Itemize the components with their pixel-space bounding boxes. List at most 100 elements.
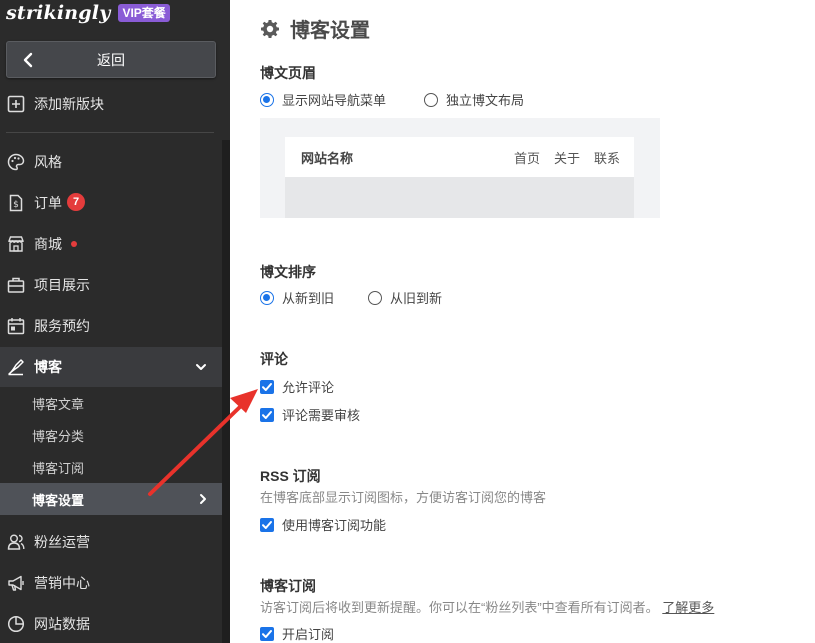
sidebar-item-label: 服务预约: [34, 318, 90, 334]
post-header-title: 博文页眉: [260, 65, 316, 81]
sidebar-item-blog[interactable]: 博客: [0, 347, 222, 387]
preview-link-contact: 联系: [593, 150, 620, 166]
post-order-title: 博文排序: [260, 264, 316, 280]
sidebar-subitem-blog-categories[interactable]: 博客分类: [0, 419, 222, 451]
option-label: 评论需要审核: [282, 408, 361, 423]
settings-panel: 博客设置 博文页眉 显示网站导航菜单 独立博文布局 网站名称 首页 关于 联系 …: [230, 0, 815, 643]
checkbox-checked[interactable]: [260, 517, 274, 532]
sidebar-item-label: 博客: [34, 359, 62, 375]
sidebar-item-label: 商城: [34, 236, 62, 252]
preview-nav-links: 首页 关于 联系: [514, 148, 620, 167]
chevron-down-icon: [196, 364, 206, 370]
post-order-option-oldest[interactable]: 从旧到新: [368, 288, 442, 307]
checkbox-checked[interactable]: [260, 379, 274, 394]
calendar-icon: [7, 318, 25, 335]
sidebar-subitem-label: 博客分类: [32, 428, 85, 444]
rss-description: 在博客底部显示订阅图标，方便访客订阅您的博客: [260, 490, 547, 505]
rss-title: RSS 订阅: [260, 468, 321, 484]
palette-icon: [7, 153, 25, 171]
users-icon: [7, 534, 25, 550]
check-icon: [262, 410, 272, 419]
option-label: 使用博客订阅功能: [282, 518, 387, 533]
subscribe-title: 博客订阅: [260, 578, 316, 594]
sidebar-item-label: 营销中心: [34, 575, 90, 591]
sidebar-subitem-label: 博客设置: [32, 492, 85, 508]
radio-unselected[interactable]: [424, 92, 438, 107]
sidebar-subitem-blog-subscriptions[interactable]: 博客订阅: [0, 451, 222, 483]
rss-enable-checkbox[interactable]: 使用博客订阅功能: [260, 515, 386, 534]
subscribe-desc-text: 访客订阅后将收到更新提醒。你可以在“粉丝列表”中查看所有订阅者。: [260, 600, 659, 615]
megaphone-icon: [8, 575, 24, 591]
brand: strikingly VIP套餐: [6, 2, 170, 24]
option-label: 从旧到新: [390, 291, 443, 306]
sidebar-scrollbar[interactable]: [222, 140, 230, 643]
store-notification-dot: [71, 241, 77, 247]
preview-body: [285, 177, 634, 218]
briefcase-icon: [7, 277, 25, 293]
back-button[interactable]: 返回: [6, 41, 216, 78]
sidebar-divider: [6, 132, 214, 133]
sidebar-item-analytics[interactable]: 网站数据: [0, 604, 222, 643]
preview-link-home: 首页: [513, 150, 540, 166]
sidebar-item-style[interactable]: 风格: [0, 142, 222, 182]
check-icon: [262, 382, 272, 391]
add-section-label: 添加新版块: [34, 96, 104, 112]
sidebar-subitem-blog-settings[interactable]: 博客设置: [0, 483, 222, 515]
dollar-doc-icon: $: [9, 194, 23, 212]
sidebar-subitem-label: 博客订阅: [32, 460, 85, 476]
post-header-option-nav[interactable]: 显示网站导航菜单: [260, 90, 386, 109]
brand-logo[interactable]: strikingly: [6, 2, 110, 24]
radio-unselected[interactable]: [368, 290, 382, 305]
sidebar-item-booking[interactable]: 服务预约: [0, 306, 222, 346]
option-label: 开启订阅: [282, 627, 335, 642]
check-icon: [262, 629, 272, 638]
allow-comments-checkbox[interactable]: 允许评论: [260, 377, 334, 396]
sidebar: strikingly VIP套餐 返回 添加新版块 风格 $ 订单 7 商城 项…: [0, 0, 230, 643]
comments-title: 评论: [260, 351, 288, 367]
pie-chart-icon: [7, 615, 25, 633]
sidebar-item-orders[interactable]: $ 订单: [0, 183, 222, 223]
option-label: 显示网站导航菜单: [282, 93, 387, 108]
sidebar-item-portfolio[interactable]: 项目展示: [0, 265, 222, 305]
checkbox-checked[interactable]: [260, 407, 274, 422]
sidebar-item-label: 订单: [34, 195, 62, 211]
post-header-option-standalone[interactable]: 独立博文布局: [424, 90, 524, 109]
orders-count-badge: 7: [67, 193, 85, 211]
page-title: 博客设置: [260, 14, 370, 43]
post-order-option-newest[interactable]: 从新到旧: [260, 288, 334, 307]
back-label: 返回: [97, 51, 125, 68]
checkbox-checked[interactable]: [260, 626, 274, 641]
chevron-right-icon: [200, 494, 206, 504]
option-label: 独立博文布局: [446, 93, 525, 108]
sidebar-item-label: 风格: [34, 154, 62, 170]
svg-text:$: $: [13, 200, 19, 210]
chevron-left-icon: [23, 52, 33, 68]
sidebar-item-label: 网站数据: [34, 616, 90, 632]
moderate-comments-checkbox[interactable]: 评论需要审核: [260, 405, 360, 424]
pen-icon: [8, 359, 24, 376]
preview-site-name: 网站名称: [301, 150, 354, 166]
radio-selected[interactable]: [260, 92, 274, 107]
sidebar-item-fans[interactable]: 粉丝运营: [0, 522, 222, 562]
preview-link-about: 关于: [553, 150, 580, 166]
learn-more-link[interactable]: 了解更多: [662, 600, 714, 615]
plus-square-icon: [7, 95, 25, 113]
subscribe-description: 访客订阅后将收到更新提醒。你可以在“粉丝列表”中查看所有订阅者。 了解更多: [260, 597, 714, 616]
sidebar-item-store[interactable]: 商城: [0, 224, 222, 264]
radio-selected[interactable]: [260, 290, 274, 305]
check-icon: [262, 520, 272, 529]
sidebar-item-marketing[interactable]: 营销中心: [0, 563, 222, 603]
header-preview: 网站名称 首页 关于 联系: [260, 118, 660, 218]
option-label: 允许评论: [282, 380, 335, 395]
sidebar-subitem-label: 博客文章: [32, 396, 85, 412]
option-label: 从新到旧: [282, 291, 335, 306]
sidebar-item-label: 项目展示: [34, 277, 90, 293]
store-icon: [7, 236, 25, 252]
page-title-text: 博客设置: [290, 20, 370, 42]
vip-badge: VIP套餐: [118, 4, 170, 22]
sidebar-item-label: 粉丝运营: [34, 534, 90, 550]
preview-navbar: 网站名称 首页 关于 联系: [285, 137, 634, 177]
subscribe-enable-checkbox[interactable]: 开启订阅: [260, 624, 334, 643]
sidebar-subitem-blog-posts[interactable]: 博客文章: [0, 387, 222, 419]
add-section-button[interactable]: 添加新版块: [0, 84, 222, 124]
